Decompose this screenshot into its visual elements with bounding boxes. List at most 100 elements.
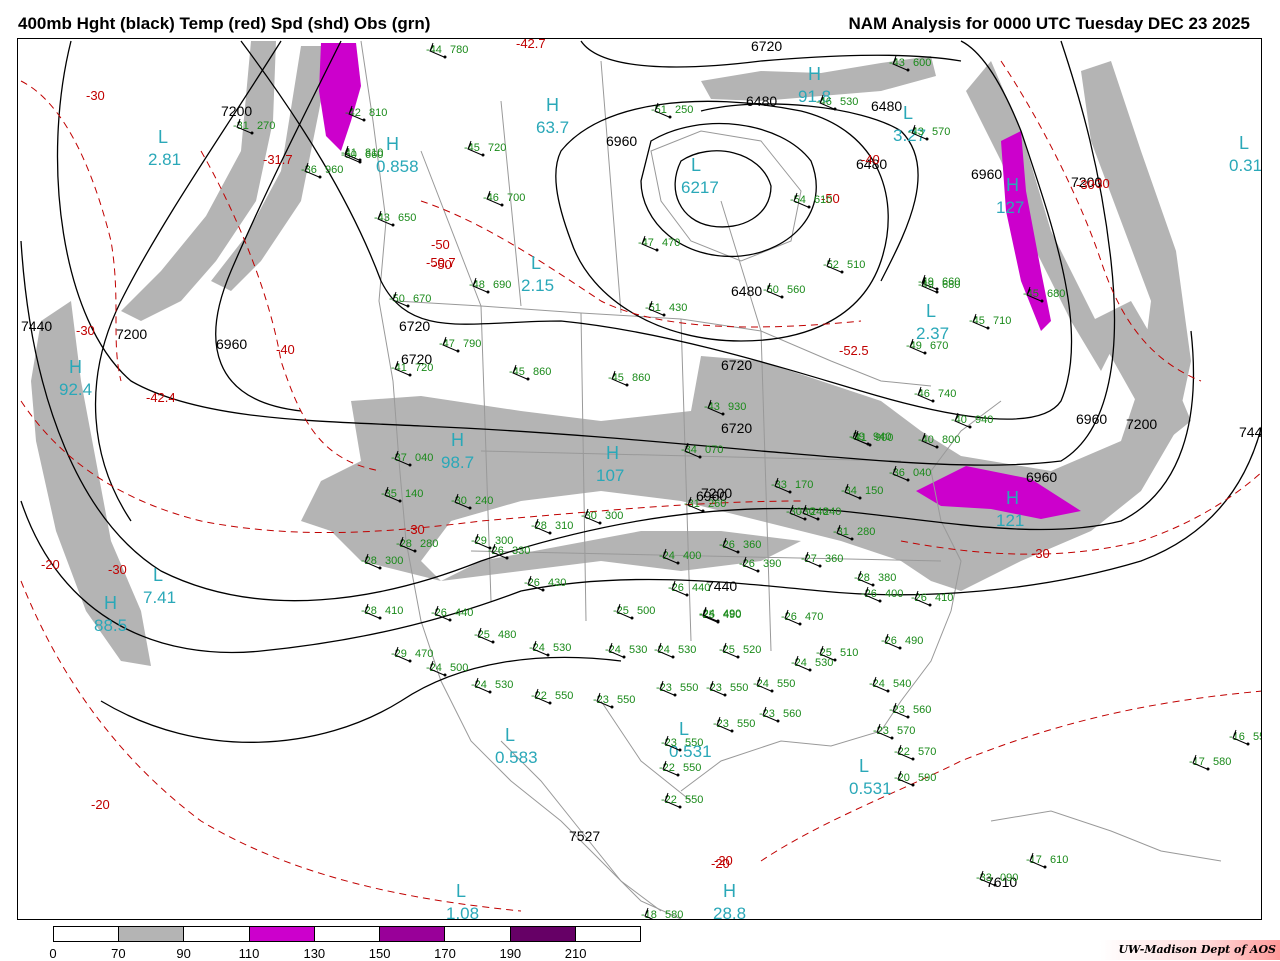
colorbar-tick-label: 210 [564, 946, 587, 961]
station-dot [398, 499, 402, 503]
obs-temperature: -40 [918, 434, 934, 446]
station-dot [486, 290, 490, 294]
obs-temperature: -44 [426, 44, 442, 56]
obs-temperature: -51 [651, 104, 667, 116]
extremum-letter: L [1239, 133, 1249, 153]
extremum-letter: L [926, 301, 936, 321]
obs-height: 170 [795, 479, 813, 491]
obs-height: 570 [932, 126, 950, 138]
station-dot [701, 509, 705, 513]
obs-temperature: -25 [719, 644, 735, 656]
colorbar-segment [510, 927, 576, 941]
header-bar: 400mb Hght (black) Temp (red) Spd (shd) … [0, 0, 1280, 38]
obs-temperature: -28 [531, 520, 547, 532]
obs-height: 490 [723, 608, 741, 620]
obs-temperature: -23 [713, 718, 729, 730]
obs-temperature: -22 [659, 762, 675, 774]
height-contour-label: 6960 [971, 166, 1002, 182]
extremum-letter: H [386, 134, 399, 154]
obs-temperature: -26 [668, 582, 684, 594]
station-dot [598, 521, 602, 525]
temperature-contour-label: -40 [861, 152, 880, 167]
obs-height: 440 [455, 607, 473, 619]
obs-temperature: -29 [471, 535, 487, 547]
height-contour-label: 6720 [399, 318, 430, 334]
height-contours [20, 40, 1261, 743]
map-panel[interactable]: 6720 6480 6480 6960 6720 6480 6480 7200 6960 7440… [17, 38, 1262, 920]
height-contour-label: 6960 [216, 336, 247, 352]
obs-height: 670 [930, 340, 948, 352]
height-contour-label: 6720 [751, 39, 782, 54]
obs-temperature: -24 [654, 644, 670, 656]
obs-temperature: -45 [608, 372, 624, 384]
extremum-value: 121 [996, 511, 1024, 530]
obs-temperature: -26 [861, 588, 877, 600]
obs-temperature: -17 [1026, 854, 1042, 866]
obs-temperature: -22 [894, 746, 910, 758]
obs-height: 360 [743, 539, 761, 551]
obs-temperature: -46 [914, 388, 930, 400]
obs-temperature: -30 [581, 510, 597, 522]
station-dot [968, 425, 972, 429]
extremum-letter: H [104, 593, 117, 613]
obs-temperature: -45 [464, 142, 480, 154]
station-dot [443, 673, 447, 677]
obs-temperature: -35 [381, 488, 397, 500]
extremum-letter: L [153, 565, 163, 585]
station-dot [548, 531, 552, 535]
station-dot [925, 137, 929, 141]
station-dot [541, 588, 545, 592]
temperature-contour-label: -30 [406, 522, 425, 537]
weather-map[interactable]: 6720648064806960672064806480720069607440… [18, 39, 1262, 920]
obs-temperature: -24 [471, 679, 487, 691]
obs-temperature: -25 [613, 605, 629, 617]
height-contour-label: 6960 [606, 133, 637, 149]
obs-temperature: -45 [509, 366, 525, 378]
station-dot [878, 599, 882, 603]
station-dot [931, 399, 935, 403]
obs-temperature: -27 [801, 553, 817, 565]
obs-height: 720 [488, 142, 506, 154]
obs-height: 550 [777, 678, 795, 690]
station-dot [673, 693, 677, 697]
height-contour-label: 6720 [721, 357, 752, 373]
obs-height: 280 [857, 526, 875, 538]
station-dot [808, 668, 812, 672]
obs-height: 680 [942, 279, 960, 291]
obs-height: 150 [865, 485, 883, 497]
obs-height: 960 [325, 164, 343, 176]
station-dot [1040, 299, 1044, 303]
station-dot [776, 719, 780, 723]
colorbar-segment [184, 927, 250, 941]
obs-height: 610 [1050, 854, 1068, 866]
station-dot [911, 783, 915, 787]
height-contour-label: 7200 [116, 326, 147, 342]
obs-temperature: -50 [763, 284, 779, 296]
station-dot [906, 478, 910, 482]
obs-temperature: -40 [951, 414, 967, 426]
station-dot [668, 115, 672, 119]
obs-temperature: -45 [1023, 288, 1039, 300]
colorbar-segment [119, 927, 185, 941]
obs-height: 670 [413, 293, 431, 305]
station-dot [928, 603, 932, 607]
obs-temperature: -22 [661, 794, 677, 806]
obs-height: 790 [463, 338, 481, 350]
station-dot [500, 203, 504, 207]
obs-height: 040 [415, 452, 433, 464]
extremum-value: 2.81 [148, 150, 181, 169]
height-contour-label: 7440 [706, 578, 737, 594]
colorbar-segment [575, 927, 640, 941]
temperature-contour-label: -30 [108, 562, 127, 577]
station-dot [378, 566, 382, 570]
obs-height: 940 [975, 414, 993, 426]
station-dot [730, 729, 734, 733]
obs-temperature: -24 [699, 608, 715, 620]
obs-temperature: -28 [361, 605, 377, 617]
obs-temperature: -26 [911, 592, 927, 604]
obs-height: 310 [555, 520, 573, 532]
obs-temperature: -51 [645, 302, 661, 314]
obs-height: 300 [605, 510, 623, 522]
station-dot [906, 715, 910, 719]
tmp-contour-20-east [760, 690, 1261, 862]
